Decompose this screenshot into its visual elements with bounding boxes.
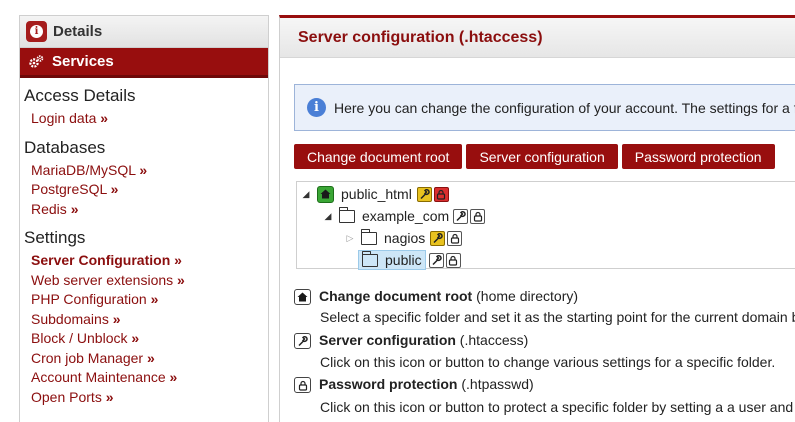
sidebar-link-login-data[interactable]: Login data » xyxy=(24,109,268,129)
sidebar-link-web-server-extensions[interactable]: Web server extensions » xyxy=(24,271,268,291)
section-title: Access Details xyxy=(24,86,136,105)
desc-server-configuration: Server configuration (.htaccess) xyxy=(294,330,528,350)
tree-node-nagios[interactable]: ▷ nagios xyxy=(345,228,463,248)
home-icon xyxy=(294,289,311,306)
info-icon: i xyxy=(26,21,47,42)
lock-icon[interactable] xyxy=(445,252,461,268)
section-title: Settings xyxy=(24,228,86,247)
section-settings: Settings Server Configuration » Web serv… xyxy=(20,228,268,407)
sidebar-link-mariadb[interactable]: MariaDB/MySQL » xyxy=(24,161,268,181)
page: i Details Services Access Details Login … xyxy=(0,0,795,422)
desc-text: Click on this icon or button to protect … xyxy=(320,399,794,415)
wrench-icon[interactable] xyxy=(428,252,444,268)
desc-text: Select a specific folder and set it as t… xyxy=(320,309,795,325)
sidebar-link-open-ports[interactable]: Open Ports » xyxy=(24,388,268,408)
tree-node-public-html[interactable]: ◢ public_html xyxy=(301,184,449,204)
tree-node-label: example_com xyxy=(362,208,450,224)
info-box: i Here you can change the configuration … xyxy=(294,84,795,131)
sidebar-services-tab[interactable]: Services xyxy=(20,48,268,78)
tree-node-label: nagios xyxy=(384,230,426,246)
password-protection-button[interactable]: Password protection xyxy=(621,144,775,169)
tree-node-example-com[interactable]: ◢ example_com xyxy=(323,206,486,226)
desc-title: Change document root xyxy=(319,288,473,304)
page-title: Server configuration (.htaccess) xyxy=(280,18,795,58)
desc-change-document-root: Change document root (home directory) xyxy=(294,286,578,306)
lock-icon[interactable] xyxy=(470,208,486,224)
folder-icon xyxy=(360,228,377,245)
desc-suffix: (.htaccess) xyxy=(455,332,529,348)
change-document-root-button[interactable]: Change document root xyxy=(294,144,463,169)
desc-text: Click on this icon or button to change v… xyxy=(320,354,776,370)
home-icon xyxy=(317,185,334,203)
sidebar-details-tab[interactable]: i Details xyxy=(20,16,268,48)
sidebar: i Details Services Access Details Login … xyxy=(19,15,269,422)
wrench-icon[interactable] xyxy=(416,186,432,202)
folder-tree: ◢ public_html ◢ example_com ▷ nagios pub… xyxy=(296,181,795,270)
lock-icon[interactable] xyxy=(433,186,449,202)
lock-icon[interactable] xyxy=(447,230,463,246)
tree-expanded-icon[interactable]: ◢ xyxy=(301,189,311,200)
sidebar-link-cron-job-manager[interactable]: Cron job Manager » xyxy=(24,349,268,369)
desc-title: Password protection xyxy=(319,376,458,392)
wrench-icon[interactable] xyxy=(430,230,446,246)
server-configuration-button[interactable]: Server configuration xyxy=(466,144,618,169)
sidebar-services-label: Services xyxy=(52,53,114,70)
wrench-icon[interactable] xyxy=(453,208,469,224)
sidebar-link-php-configuration[interactable]: PHP Configuration » xyxy=(24,290,268,310)
folder-icon xyxy=(361,250,378,267)
lock-icon xyxy=(294,377,311,394)
wrench-icon xyxy=(294,333,311,350)
sidebar-link-server-configuration[interactable]: Server Configuration » xyxy=(24,251,268,271)
main-panel: Server configuration (.htaccess) i Here … xyxy=(279,15,795,422)
desc-suffix: (home directory) xyxy=(472,288,579,304)
sidebar-link-subdomains[interactable]: Subdomains » xyxy=(24,310,268,330)
info-text: Here you can change the configuration of… xyxy=(334,99,795,116)
tree-node-selected[interactable]: public xyxy=(358,250,426,270)
desc-title: Server configuration xyxy=(319,332,456,348)
sidebar-details-label: Details xyxy=(53,23,103,40)
section-access-details: Access Details Login data » xyxy=(20,86,268,129)
sidebar-link-account-maintenance[interactable]: Account Maintenance » xyxy=(24,368,268,388)
info-circle-icon: i xyxy=(307,98,326,117)
gears-icon xyxy=(29,54,44,68)
tree-node-label: public_html xyxy=(341,186,412,202)
tree-node-public[interactable]: public xyxy=(358,250,461,270)
tree-expanded-icon[interactable]: ◢ xyxy=(323,211,333,222)
action-buttons: Change document root Server configuratio… xyxy=(294,144,775,169)
desc-password-protection: Password protection (.htpasswd) xyxy=(294,374,534,394)
sidebar-link-redis[interactable]: Redis » xyxy=(24,200,268,220)
section-databases: Databases MariaDB/MySQL » PostgreSQL » R… xyxy=(20,138,268,220)
desc-suffix: (.htpasswd) xyxy=(457,376,534,392)
folder-icon xyxy=(338,206,355,223)
sidebar-link-postgresql[interactable]: PostgreSQL » xyxy=(24,180,268,200)
section-title: Databases xyxy=(24,137,106,157)
sidebar-link-block-unblock[interactable]: Block / Unblock » xyxy=(24,329,268,349)
tree-node-label: public xyxy=(385,252,422,268)
tree-collapsed-icon[interactable]: ▷ xyxy=(345,233,355,244)
